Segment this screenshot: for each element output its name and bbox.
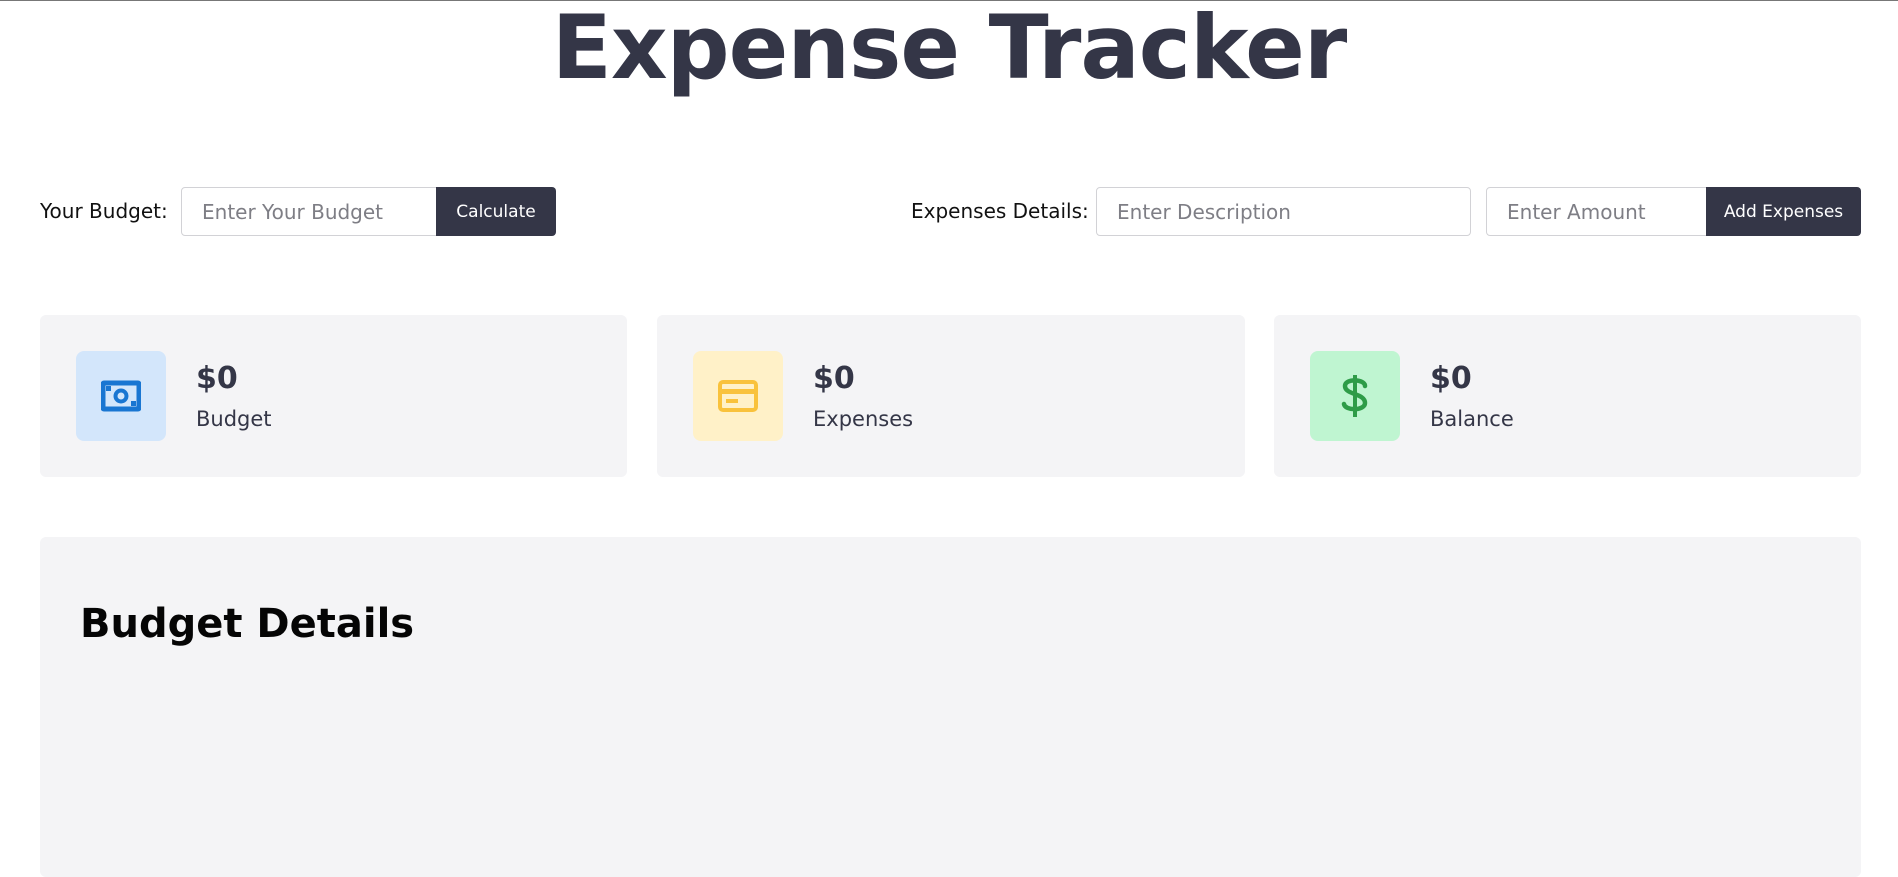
- budget-amount: $0: [196, 361, 238, 396]
- budget-details-panel: Budget Details: [40, 537, 1861, 877]
- balance-card: $0 Balance: [1274, 315, 1861, 477]
- budget-label: Your Budget:: [40, 199, 168, 223]
- expenses-amount: $0: [813, 361, 855, 396]
- dollar-icon: [1310, 351, 1400, 441]
- budget-card: $0 Budget: [40, 315, 627, 477]
- description-input[interactable]: [1096, 187, 1471, 236]
- calculate-button[interactable]: Calculate: [436, 187, 556, 236]
- expenses-label-text: Expenses: [813, 407, 914, 431]
- budget-details-title: Budget Details: [80, 601, 415, 647]
- budget-input[interactable]: [181, 187, 437, 236]
- expenses-details-label: Expenses Details:: [911, 199, 1089, 223]
- page-title: Expense Tracker: [551, 0, 1347, 99]
- money-bill-icon: [76, 351, 166, 441]
- credit-card-icon: [693, 351, 783, 441]
- add-expenses-button[interactable]: Add Expenses: [1706, 187, 1861, 236]
- balance-label-text: Balance: [1430, 407, 1514, 431]
- input-row: Your Budget: Calculate Expenses Details:…: [40, 187, 1861, 236]
- amount-input[interactable]: [1486, 187, 1707, 236]
- balance-amount: $0: [1430, 361, 1472, 396]
- budget-label-text: Budget: [196, 407, 272, 431]
- expenses-card: $0 Expenses: [657, 315, 1245, 477]
